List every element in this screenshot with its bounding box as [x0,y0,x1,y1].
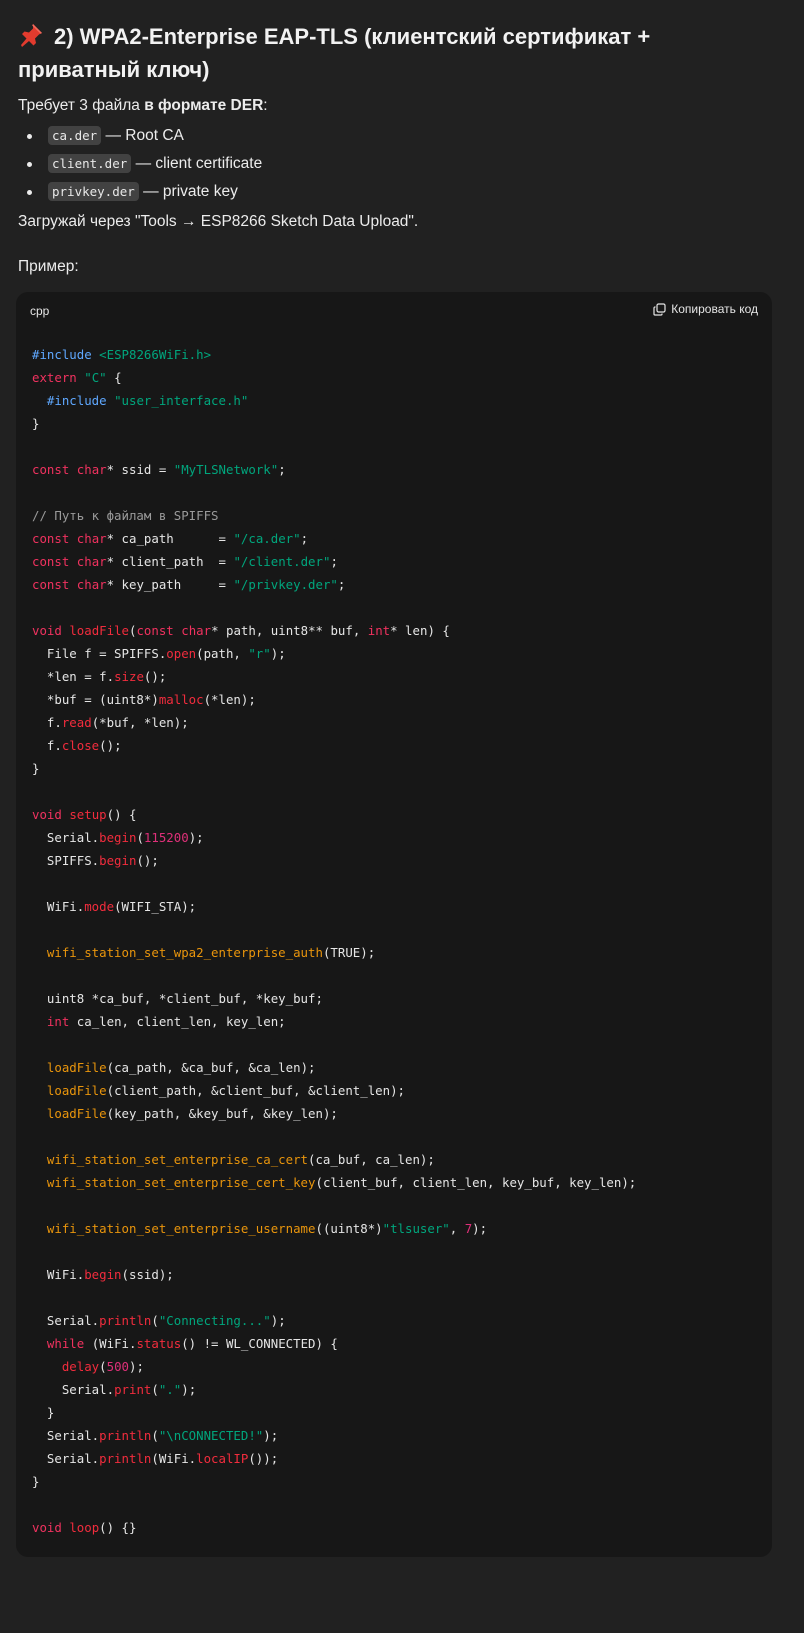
code-line: wifi_station_set_enterprise_username((ui… [46,1221,488,1236]
code-line: loadFile(ca_path, &ca_buf, &ca_len); [46,1060,316,1075]
code-line: #include <ESP8266WiFi.h> [32,347,212,362]
code-line: int ca_len, client_len, key_len; [46,1014,286,1029]
section-heading: 2) WPA2-Enterprise EAP-TLS (клиентский с… [18,20,768,86]
code-line: loadFile(key_path, &key_buf, &key_len); [46,1106,338,1121]
code-line: } [32,761,40,776]
pushpin-icon [21,24,42,47]
code-line: void setup() { [32,807,137,822]
intro-prefix: Требует 3 файла [18,97,145,114]
code-line: } [32,1474,40,1489]
code-line: void loadFile(const char* path, uint8** … [32,623,450,638]
code-line: File f = SPIFFS.open(path, "r"); [32,646,286,661]
inline-code: ca.der [48,126,102,145]
copy-code-button[interactable]: Копировать код [653,302,758,316]
code-line: extern "C" { [32,370,122,385]
code-line: const char* client_path = "/client.der"; [32,554,338,569]
code-line: Serial.println("Connecting..."); [32,1313,286,1328]
code-line: Serial.begin(115200); [32,830,204,845]
code-line: wifi_station_set_enterprise_ca_cert(ca_b… [46,1152,435,1167]
inline-code: client.der [48,154,132,173]
code-language-label: cpp [30,304,50,318]
code-line: WiFi.begin(ssid); [32,1267,174,1282]
list-item: client.der — client certificate [18,150,262,178]
code-line: Serial.print("."); [32,1382,197,1397]
code-line: #include "user_interface.h" [46,393,249,408]
list-item-desc: — Root CA [101,127,184,144]
code-line: *buf = (uint8*)malloc(*len); [32,692,256,707]
code-line: Serial.println(WiFi.localIP()); [32,1451,279,1466]
code-line: void loop() {} [32,1520,137,1535]
code-line: WiFi.mode(WIFI_STA); [32,899,197,914]
code-line: SPIFFS.begin(); [32,853,159,868]
intro-bold: в формате DER [144,97,264,114]
code-line: uint8 *ca_buf, *client_buf, *key_buf; [46,991,323,1006]
intro-suffix: : [263,97,268,114]
code-line: // Путь к файлам в SPIFFS [32,508,219,523]
code-line: *len = f.size(); [32,669,167,684]
bullet-icon [27,190,32,195]
code-line: } [32,416,40,431]
list-item: ca.der — Root CA [18,122,262,150]
code-line: const char* ca_path = "/ca.der"; [32,531,309,546]
code-line: wifi_station_set_wpa2_enterprise_auth(TR… [46,945,376,960]
inline-code: privkey.der [48,182,139,201]
example-label: Пример: [18,258,79,275]
code-line: wifi_station_set_enterprise_cert_key(cli… [46,1175,637,1190]
code-line: delay(500); [61,1359,144,1374]
bullet-icon [27,134,32,139]
upload-note: Загружай через "Tools → ESP8266 Sketch D… [18,213,419,230]
code-block: cpp Копировать код #include <ESP8266WiFi… [16,292,772,1557]
intro-paragraph: Требует 3 файла в формате DER: [18,94,268,118]
list-item-desc: — private key [138,183,238,200]
code-line: Serial.println("\nCONNECTED!"); [32,1428,279,1443]
copy-icon [653,302,666,316]
file-list: ca.der — Root CA client.der — client cer… [18,122,262,206]
list-item-desc: — client certificate [131,155,263,172]
code-content: #include <ESP8266WiFi.h> extern "C" { #i… [32,343,636,1539]
heading-text: 2) WPA2-Enterprise EAP-TLS (клиентский с… [18,24,651,82]
list-item: privkey.der — private key [18,178,262,206]
code-block-header: cpp Копировать код [16,292,772,328]
copy-code-label: Копировать код [671,302,758,316]
bullet-icon [27,162,32,167]
code-line: const char* key_path = "/privkey.der"; [32,577,346,592]
code-line: const char* ssid = "MyTLSNetwork"; [32,462,286,477]
code-line: loadFile(client_path, &client_buf, &clie… [46,1083,406,1098]
code-line: f.close(); [32,738,122,753]
code-line: } [46,1405,55,1420]
code-line: f.read(*buf, *len); [32,715,189,730]
code-line: while (WiFi.status() != WL_CONNECTED) { [46,1336,338,1351]
